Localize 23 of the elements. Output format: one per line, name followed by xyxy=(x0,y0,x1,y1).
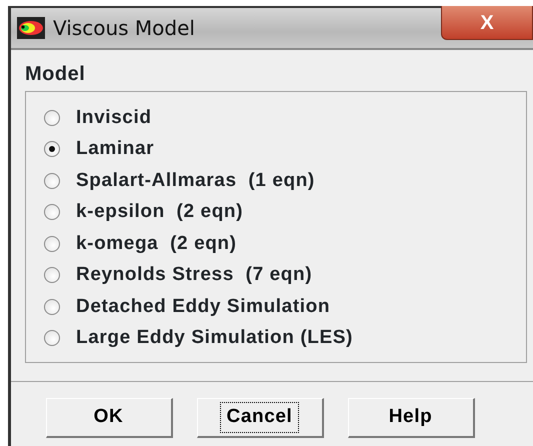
radio-button[interactable] xyxy=(44,204,60,220)
radio-button[interactable] xyxy=(44,267,60,284)
window-title: Viscous Model xyxy=(53,15,195,42)
option-label: Reynolds Stress (7 eqn) xyxy=(76,263,312,287)
close-button[interactable]: X xyxy=(441,6,533,40)
option-label: Large Eddy Simulation (LES) xyxy=(76,326,353,350)
radio-button[interactable] xyxy=(44,141,60,158)
radio-button[interactable] xyxy=(44,236,60,252)
option-label: Laminar xyxy=(76,137,154,161)
dialog-button[interactable]: OK xyxy=(46,398,172,438)
option-label: k-omega (2 eqn) xyxy=(76,232,237,256)
option-label: Inviscid xyxy=(76,106,152,130)
option-label: Spalart-Allmaras (1 eqn) xyxy=(76,168,315,192)
dialog-button[interactable]: Help xyxy=(348,398,474,438)
app-icon xyxy=(17,17,45,39)
option-label: Detached Eddy Simulation xyxy=(76,294,330,318)
radio-button[interactable] xyxy=(44,298,60,315)
group-label: Model xyxy=(24,62,86,87)
dialog-button[interactable]: Cancel xyxy=(196,398,324,438)
radio-button[interactable] xyxy=(44,172,60,189)
radio-button[interactable] xyxy=(44,330,60,346)
option-label: k-epsilon (2 eqn) xyxy=(76,200,244,224)
radio-button[interactable] xyxy=(44,110,60,126)
